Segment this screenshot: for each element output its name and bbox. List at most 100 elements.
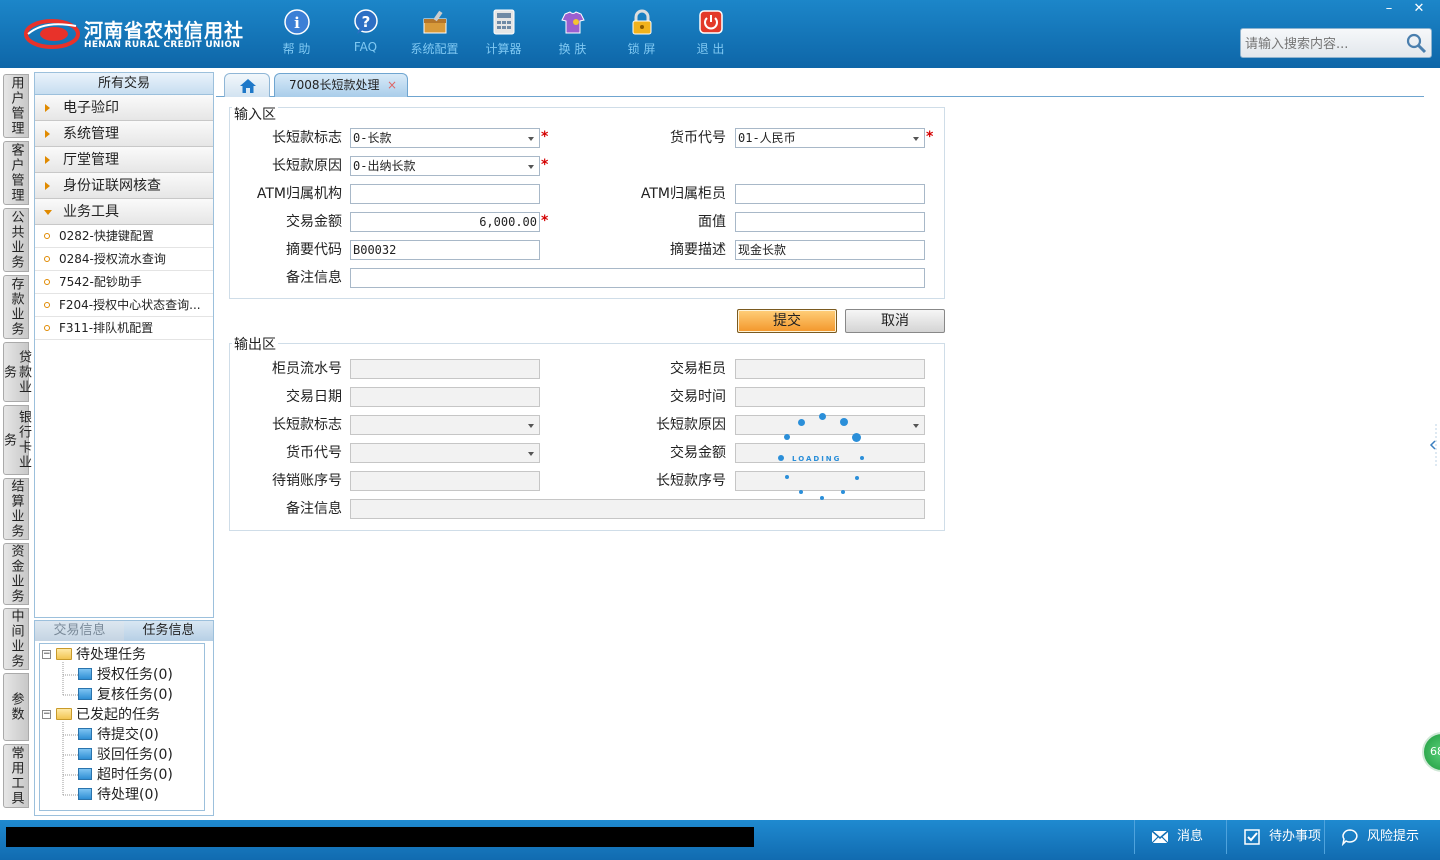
mail-icon [1151,830,1169,844]
atm-teller-input[interactable] [735,184,925,204]
tab-transaction-info[interactable]: 交易信息 [35,621,124,641]
currency-select[interactable]: 01-人民币 [735,128,925,148]
collapse-toggle[interactable]: − [42,710,51,719]
tree-node-rejected[interactable]: 驳回任务(0) [78,745,173,765]
cs-reason-select[interactable]: 0-出纳长款 [350,156,540,176]
svg-text:i: i [294,14,300,32]
system-config-button[interactable]: 系统配置 [400,8,469,62]
spinner-dot [852,433,861,442]
checkbox-icon [1244,829,1260,845]
tab-home[interactable] [224,73,270,97]
minimize-button[interactable]: – [1374,0,1404,18]
cs-reason-label: 长短款原因 [272,158,342,174]
submit-button[interactable]: 提交 [737,309,837,333]
out-cs-flag-label: 长短款标志 [272,417,342,433]
spinner-dot [778,455,784,461]
summary-code-input[interactable]: B00032 [350,240,540,260]
task-icon [78,688,92,700]
remark-label: 备注信息 [286,270,342,286]
menu-electronic-seal[interactable]: 电子验印 [35,95,213,121]
tree-node-initiated[interactable]: 已发起的任务 [56,705,160,725]
tab-task-info[interactable]: 任务信息 [124,621,213,641]
tree-node-to-submit[interactable]: 待提交(0) [78,725,159,745]
tree-node-timeout[interactable]: 超时任务(0) [78,765,173,785]
notification-badge[interactable]: 68 [1422,732,1440,772]
cs-flag-label: 长短款标志 [272,130,342,146]
sub-item-7542[interactable]: 7542-配钞助手 [35,271,213,294]
tx-time-output [735,387,925,407]
cs-flag-select[interactable]: 0-长款 [350,128,540,148]
required-mark: * [541,129,549,145]
currency-label: 货币代号 [670,130,726,146]
vtab-user-management[interactable]: 用户管理 [3,74,29,138]
tx-time-label: 交易时间 [670,389,726,405]
cancel-button[interactable]: 取消 [845,309,945,333]
remark-input[interactable] [350,268,925,288]
collapse-toggle[interactable]: − [42,650,51,659]
collapse-right-panel-icon[interactable] [1428,424,1440,466]
messages-button[interactable]: 消息 [1134,820,1226,854]
tx-date-output [350,387,540,407]
tree-node-label: 已发起的任务 [76,707,160,723]
search-icon[interactable] [1405,32,1427,54]
vtab-intermediary-business[interactable]: 中间业务 [3,608,29,670]
folder-icon [56,708,72,720]
tab-7008-long-short[interactable]: 7008长短款处理 × [274,73,408,97]
vtab-customer-management[interactable]: 客户管理 [3,141,29,205]
faq-icon: ? [352,8,380,36]
skin-button[interactable]: 换 肤 [538,8,607,62]
bullet-icon [44,325,50,331]
spinner-dot [819,413,826,420]
svg-text:?: ? [361,13,370,31]
sub-item-f311[interactable]: F311-排队机配置 [35,317,213,340]
task-icon [78,788,92,800]
menu-id-verification[interactable]: 身份证联网核查 [35,173,213,199]
lock-screen-button[interactable]: 锁 屏 [607,8,676,62]
sub-item-label: F311-排队机配置 [59,321,154,335]
search-input[interactable] [1245,34,1405,54]
tree-node-to-process[interactable]: 待处理(0) [78,785,159,805]
vtab-common-tools[interactable]: 常用工具 [3,744,29,808]
vtab-deposit-business[interactable]: 存款业务 [3,275,29,339]
select-value: 01-人民币 [738,131,796,145]
sub-item-f204[interactable]: F204-授权中心状态查询... [35,294,213,317]
help-button[interactable]: i 帮 助 [262,8,331,62]
vtab-public-business[interactable]: 公共业务 [3,208,29,272]
tree-node-pending[interactable]: 待处理任务 [56,645,146,665]
tree-node-review[interactable]: 复核任务(0) [78,685,173,705]
vtab-funds-business[interactable]: 资金业务 [3,543,29,605]
dropdown-arrow-icon [528,137,534,141]
task-icon [78,668,92,680]
vtab-bank-card-business[interactable]: 银行卡业务 [1,405,31,475]
tx-teller-output [735,359,925,379]
exit-button[interactable]: 退 出 [676,8,745,62]
menu-business-tools[interactable]: 业务工具 [35,199,213,225]
sub-item-0284[interactable]: 0284-授权流水查询 [35,248,213,271]
spinner-dot [820,496,824,500]
vtab-parameters[interactable]: 参数 [3,673,29,741]
close-window-button[interactable]: ✕ [1404,0,1434,18]
menu-lobby-management[interactable]: 厅堂管理 [35,147,213,173]
atm-org-input[interactable] [350,184,540,204]
summary-desc-input[interactable]: 现金长款 [735,240,925,260]
sub-item-0282[interactable]: 0282-快捷键配置 [35,225,213,248]
vtab-settlement-business[interactable]: 结算业务 [3,478,29,540]
out-amount-label: 交易金额 [670,445,726,461]
vtab-loan-business[interactable]: 贷款业务 [1,342,31,402]
face-value-input[interactable] [735,212,925,232]
bullet-icon [44,279,50,285]
faq-button[interactable]: ? FAQ [331,8,400,62]
messages-label: 消息 [1177,829,1204,844]
skin-icon [559,8,587,36]
risk-alert-button[interactable]: 风险提示 [1324,820,1440,854]
spinner-dot [840,418,848,426]
bullet-icon [44,302,50,308]
tab-close-icon[interactable]: × [387,74,397,96]
amount-input[interactable]: 6,000.00 [350,212,540,232]
menu-label: 厅堂管理 [63,152,119,168]
calculator-button[interactable]: 计算器 [469,8,538,62]
atm-org-label: ATM归属机构 [256,186,342,202]
menu-system-management[interactable]: 系统管理 [35,121,213,147]
tree-node-authorize[interactable]: 授权任务(0) [78,665,173,685]
todo-button[interactable]: 待办事项 [1226,820,1324,854]
